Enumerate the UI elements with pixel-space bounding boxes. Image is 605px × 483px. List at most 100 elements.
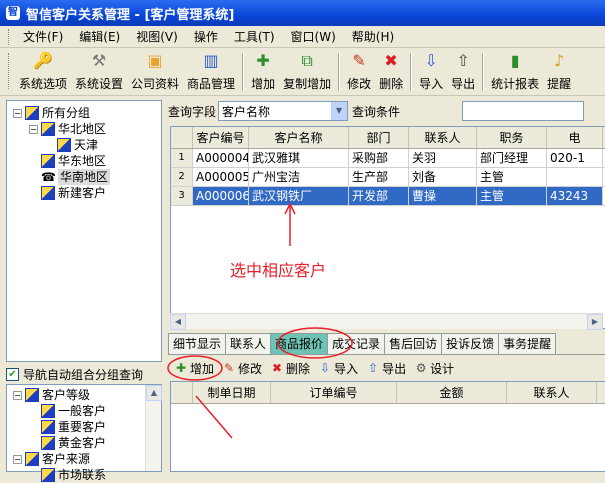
menu-item-0[interactable]: 文件(F)	[15, 28, 71, 45]
menu-item-2[interactable]: 视图(V)	[128, 28, 186, 45]
tree-item[interactable]: 一般客户	[13, 403, 161, 419]
toolbar-label: 导入	[419, 77, 444, 91]
column-header[interactable]: 部门	[349, 127, 409, 148]
detail-button-2[interactable]: ✖ 删除	[270, 360, 310, 377]
toolbar-separator	[338, 53, 341, 91]
column-header[interactable]: 订单编号	[271, 382, 397, 403]
folder-icon	[41, 420, 55, 434]
tab-4[interactable]: 售后回访	[384, 333, 443, 354]
tree-item-label: 市场联系	[58, 468, 107, 482]
tree-item-label: 天津	[74, 138, 99, 152]
column-header[interactable]: 金额	[397, 382, 507, 403]
toolbar-label: 提醒	[547, 77, 572, 91]
query-condition-input[interactable]	[462, 101, 585, 121]
add-highlight-circle	[167, 355, 223, 381]
tab-5[interactable]: 投诉反馈	[441, 333, 500, 354]
toolbar-button-2[interactable]: ▣ 公司资料	[127, 49, 183, 95]
table-row[interactable]: 2 A000005 广州宝洁 生产部 刘备 主管	[171, 168, 605, 187]
table-cell: 43243	[547, 187, 603, 205]
table-row[interactable]: 1 A000004 武汉雅琪 采购部 关羽 部门经理 020-1	[171, 149, 605, 168]
table-cell: 武汉雅琪	[249, 149, 349, 167]
table-row[interactable]: 3 A000006 武汉钢铁厂 开发部 曹操 主管 43243	[171, 187, 605, 206]
toolbar-label: 统计报表	[491, 77, 540, 91]
tab-0[interactable]: 细节显示	[168, 333, 227, 354]
group-tree: − 所有分组 − 华北地区 天津 华东地区 ☎ 华南地区 新建客户	[7, 101, 161, 201]
tab-1[interactable]: 联系人	[225, 333, 272, 354]
nav-auto-group-checkbox[interactable]: ✔ 导航自动组合分组查询	[6, 366, 143, 383]
detail-button-4[interactable]: ⇧ 导出	[366, 360, 406, 377]
toolbar-button-7[interactable]: ✖ 删除	[375, 49, 407, 95]
tree-item[interactable]: − 所有分组	[13, 105, 161, 121]
grid-horizontal-scrollbar[interactable]: ◀ ▶	[170, 313, 603, 330]
checkmark-icon: ✔	[6, 368, 19, 381]
nav-tree-scrollbar[interactable]: ▲	[145, 385, 162, 471]
column-header[interactable]: 联系人	[409, 127, 477, 148]
toolbar-button-5[interactable]: ⧉ 复制增加	[279, 49, 335, 95]
tree-item[interactable]: 黄金客户	[13, 435, 161, 451]
menu-item-3[interactable]: 操作	[186, 28, 226, 45]
column-header[interactable]: 电	[547, 127, 603, 148]
toolbar-button-1[interactable]: ⚒ 系统设置	[71, 49, 127, 95]
expand-icon[interactable]: −	[13, 108, 22, 118]
nav-auto-group-label: 导航自动组合分组查询	[23, 368, 144, 382]
folder-icon	[41, 186, 55, 200]
menu-item-6[interactable]: 帮助(H)	[344, 28, 402, 45]
toolbar-button-4[interactable]: ✚ 增加	[247, 49, 279, 95]
column-header[interactable]: 职务	[477, 127, 547, 148]
detail-button-label: 设计	[430, 361, 455, 376]
detail-button-5[interactable]: ⚙ 设计	[414, 360, 454, 377]
detail-button-1[interactable]: ✎ 修改	[222, 360, 262, 377]
folder-icon	[25, 388, 39, 402]
toolbar-button-0[interactable]: 🔑 系统选项	[15, 49, 71, 95]
toolbar-button-6[interactable]: ✎ 修改	[343, 49, 375, 95]
table-cell: 采购部	[349, 149, 409, 167]
expand-icon[interactable]: −	[29, 124, 38, 134]
toolbar-label: 增加	[251, 77, 276, 91]
scroll-track[interactable]	[186, 314, 587, 329]
tree-item[interactable]: 天津	[13, 137, 161, 153]
menu-item-4[interactable]: 工具(T)	[226, 28, 283, 45]
folder-icon	[41, 404, 55, 418]
scroll-right-icon[interactable]: ▶	[587, 314, 603, 330]
tree-item[interactable]: − 华北地区	[13, 121, 161, 137]
tree-item[interactable]: ☎ 华南地区	[13, 169, 161, 185]
toolbar-button-8[interactable]: ⇩ 导入	[415, 49, 447, 95]
toolbar-button-10[interactable]: ▮ 统计报表	[487, 49, 543, 95]
chevron-down-icon[interactable]: ▼	[331, 102, 348, 120]
toolbar-button-9[interactable]: ⇧ 导出	[447, 49, 479, 95]
toolbar-items: 🔑 系统选项 ⚒ 系统设置 ▣ 公司资料 ▥ 商品管理 ✚ 增加 ⧉ 复制增加 ✎ 修改 ✖ 删除 ⇩ 导入 ⇧ 导出…	[15, 49, 575, 95]
expand-icon[interactable]: −	[13, 454, 22, 464]
menu-item-1[interactable]: 编辑(E)	[71, 28, 128, 45]
tree-item[interactable]: 新建客户	[13, 185, 161, 201]
toolbar-label: 修改	[347, 77, 372, 91]
column-header[interactable]: 客户编号	[193, 127, 249, 148]
tab-highlight-circle	[277, 327, 353, 359]
toolbar-separator	[242, 53, 245, 91]
tab-6[interactable]: 事务提醒	[498, 333, 557, 354]
menu-items: 文件(F) 编辑(E) 视图(V) 操作 工具(T) 窗口(W) 帮助(H)	[15, 28, 402, 45]
menu-item-5[interactable]: 窗口(W)	[283, 28, 344, 45]
table-cell: 关羽	[409, 149, 477, 167]
scroll-left-icon[interactable]: ◀	[170, 314, 186, 330]
expand-icon[interactable]: −	[13, 390, 22, 400]
main-toolbar: 🔑 系统选项 ⚒ 系统设置 ▣ 公司资料 ▥ 商品管理 ✚ 增加 ⧉ 复制增加 ✎ 修改 ✖ 删除 ⇩ 导入 ⇧ 导出…	[0, 48, 605, 96]
folder-icon	[25, 106, 39, 120]
toolbar-button-11[interactable]: ♪ 提醒	[543, 49, 575, 95]
column-header[interactable]: 联系人	[507, 382, 597, 403]
detail-toolbar: ✚ 增加 ✎ 修改 ✖ 删除 ⇩ 导入 ⇧ 导出 ⚙ 设计	[168, 357, 605, 379]
column-header[interactable]: 客户名称	[249, 127, 349, 148]
tree-item[interactable]: − 客户等级	[13, 387, 161, 403]
tree-item[interactable]: − 客户来源	[13, 451, 161, 467]
tree-item[interactable]: 重要客户	[13, 419, 161, 435]
tree-item-label: 一般客户	[58, 404, 107, 418]
design-icon: ⚙	[415, 361, 427, 375]
tree-item[interactable]: 市场联系	[13, 467, 161, 483]
toolbar-button-3[interactable]: ▥ 商品管理	[183, 49, 239, 95]
tree-item[interactable]: 华东地区	[13, 153, 161, 169]
annotation-arrow-2-icon	[195, 395, 233, 439]
detail-button-3[interactable]: ⇩ 导入	[318, 360, 358, 377]
detail-columns: 制单日期 订单编号 金额 联系人	[193, 382, 597, 403]
query-field-select[interactable]: 客户名称 ▼	[218, 101, 349, 121]
scroll-up-icon[interactable]: ▲	[146, 385, 162, 401]
table-cell: A000004	[193, 149, 249, 167]
